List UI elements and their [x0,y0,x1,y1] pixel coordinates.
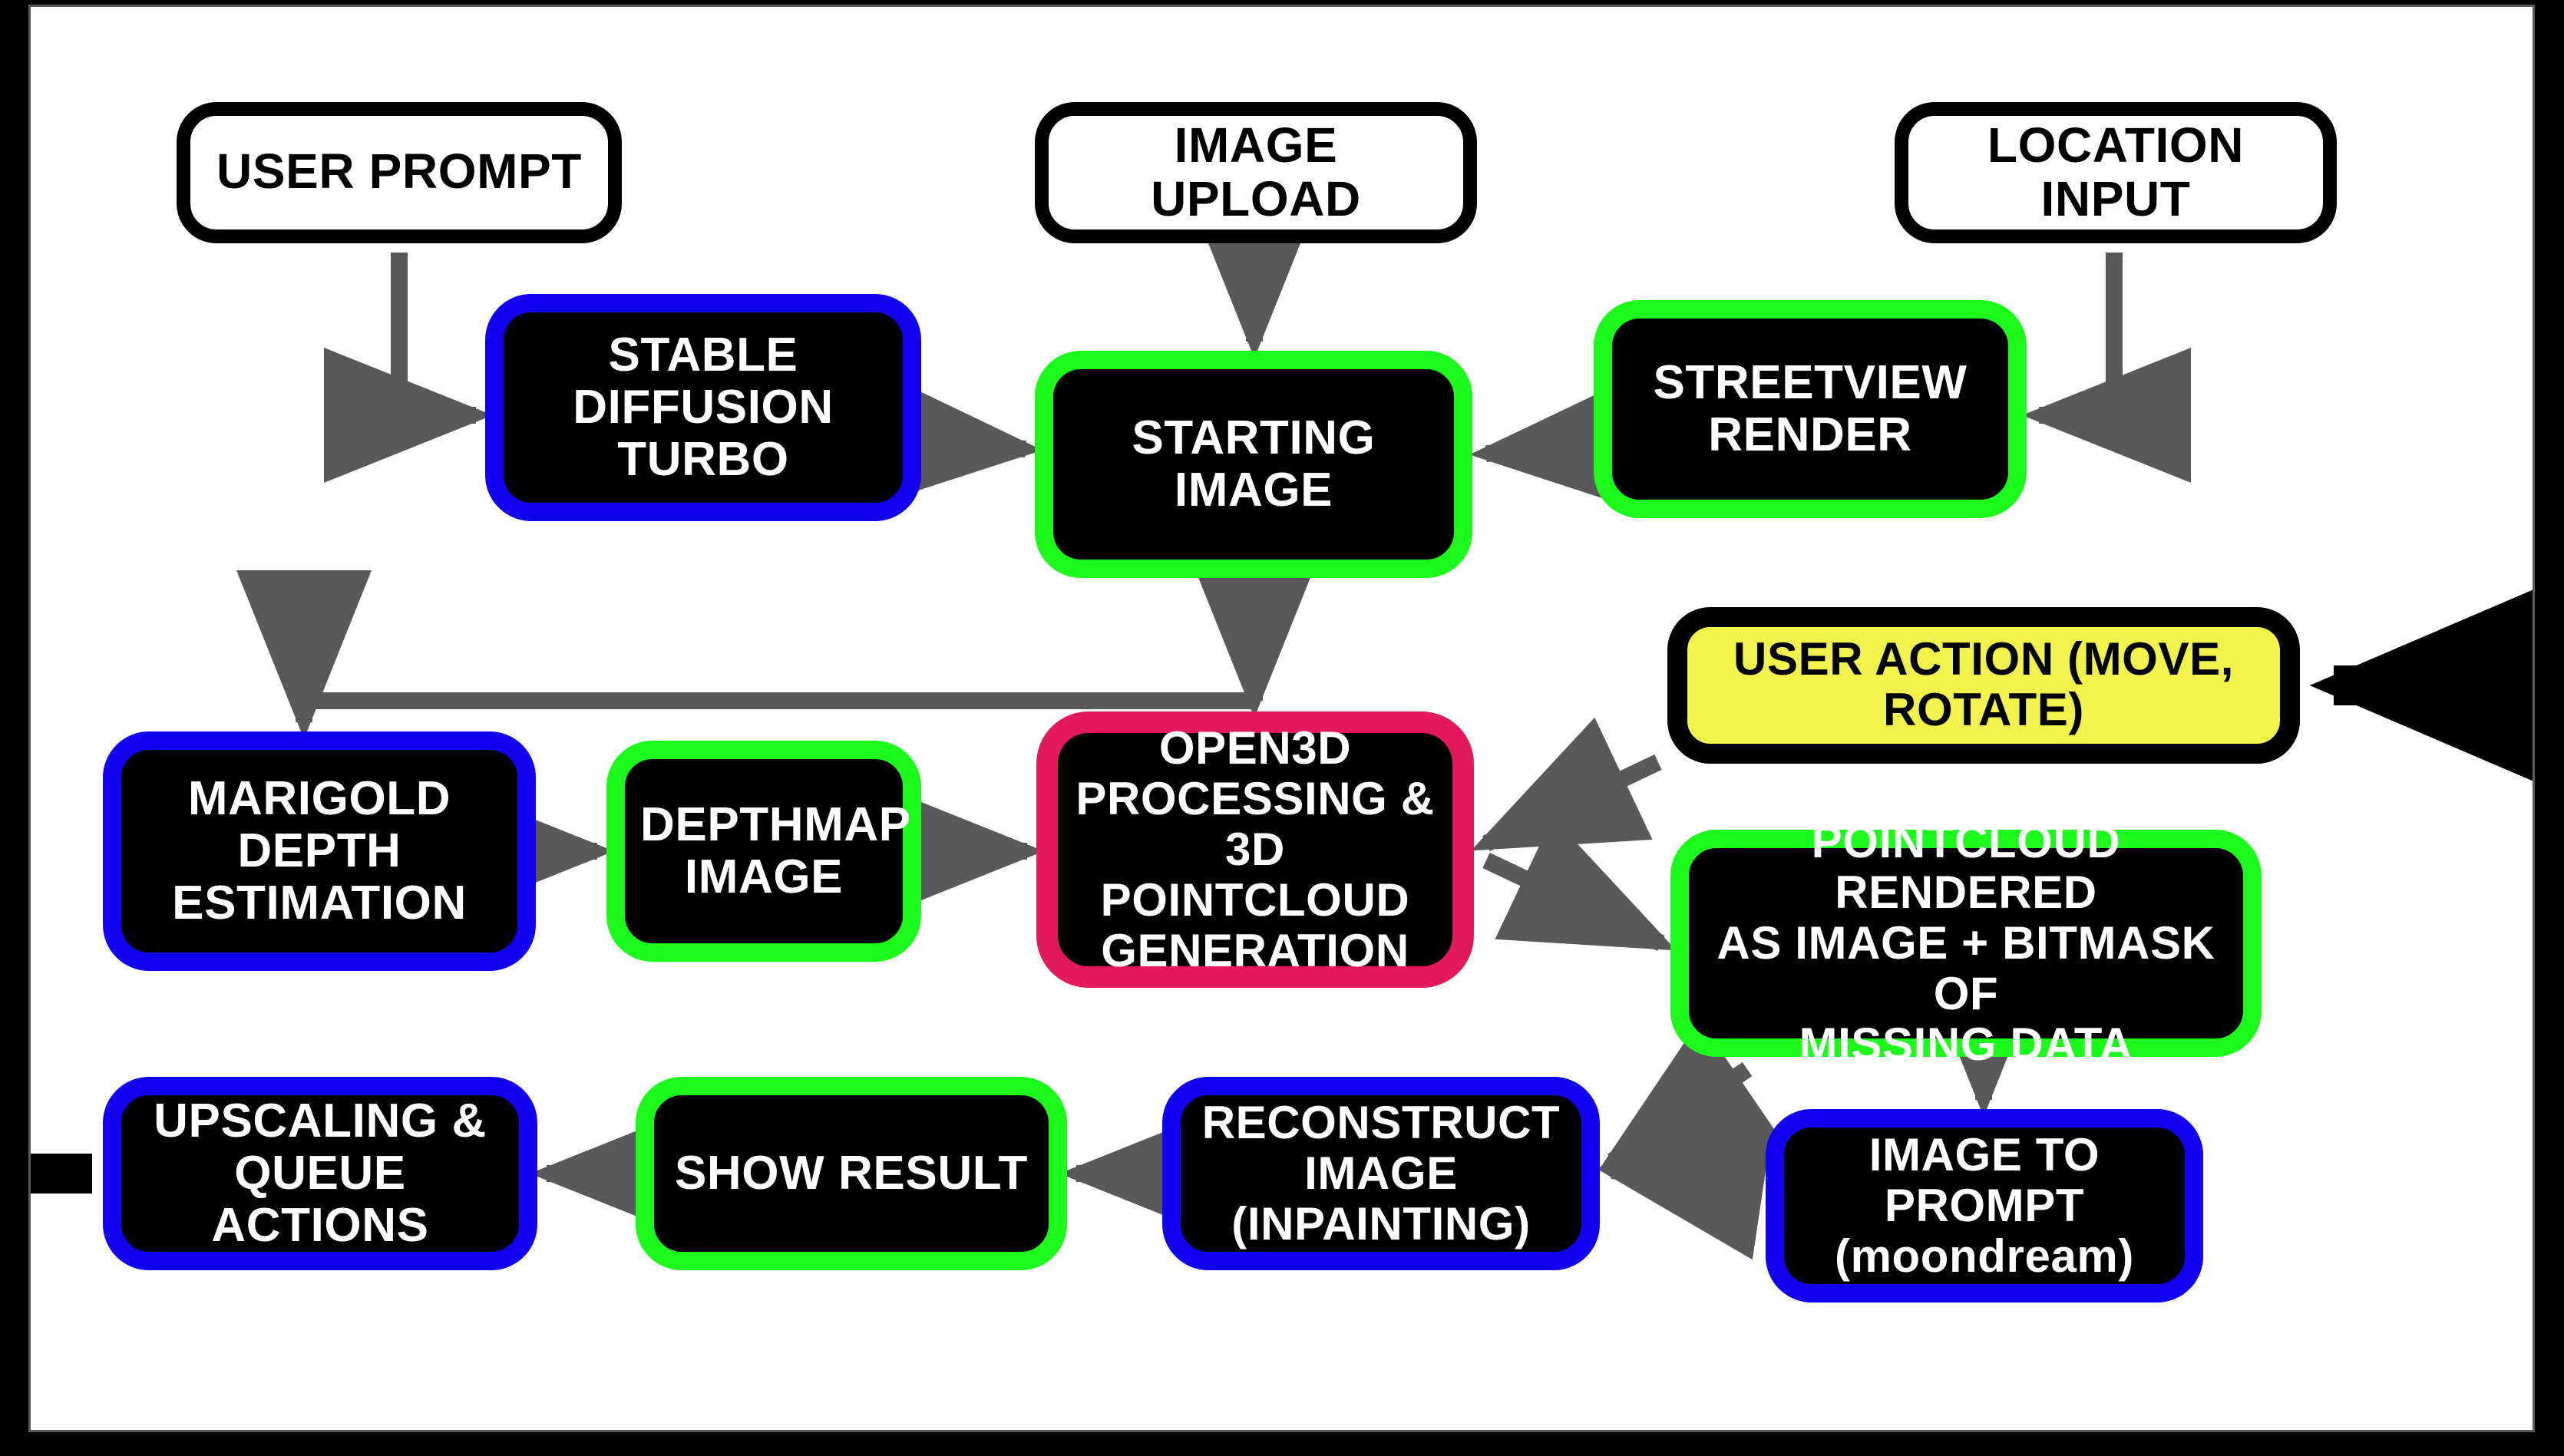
node-image-to-prompt[interactable]: IMAGE TO PROMPT (moondream) [1766,1109,2203,1302]
edge-open3d-to-pointcloud [1482,817,1677,951]
node-user-action[interactable]: USER ACTION (MOVE, ROTATE) [1667,607,2300,764]
node-label: DEPTHMAP IMAGE [640,797,911,903]
node-reconstruct-image[interactable]: RECONSTRUCT IMAGE (INPAINTING) [1162,1077,1600,1270]
node-label: IMAGE UPLOAD [1151,117,1361,226]
node-label: SHOW RESULT [674,1145,1029,1200]
node-show-result[interactable]: SHOW RESULT [636,1077,1067,1270]
node-label: USER PROMPT [216,144,582,200]
node-label: LOCATION INPUT [1987,117,2245,226]
node-label: IMAGE TO PROMPT (moondream) [1835,1130,2134,1282]
node-label: STABLE DIFFUSION TURBO [573,327,834,487]
node-open3d-processing[interactable]: OPEN3D PROCESSING & 3D POINTCLOUD GENERA… [1036,711,1474,988]
edge-pointcloud-to-reconstruct [1598,1019,1776,1171]
edge-user-prompt-to-stable-diffusion [324,253,493,483]
node-label: RECONSTRUCT IMAGE (INPAINTING) [1201,1098,1561,1250]
node-streetview-render[interactable]: STREETVIEW RENDER [1594,300,2027,518]
node-starting-image[interactable]: STARTING IMAGE [1035,351,1472,578]
node-label: USER ACTION (MOVE, ROTATE) [1733,635,2234,736]
edge-stable-diffusion-to-starting [869,371,1042,507]
node-location-input[interactable]: LOCATION INPUT [1895,102,2337,243]
diagram-canvas: USER PROMPT IMAGE UPLOAD LOCATION INPUT … [28,5,2535,1432]
node-image-upload[interactable]: IMAGE UPLOAD [1035,102,1477,243]
node-pointcloud-rendered[interactable]: POINTCLOUD RENDERED AS IMAGE + BITMASK O… [1670,817,2262,1070]
edge-user-action-to-open3d [1471,717,1662,851]
node-upscaling-queue-actions[interactable]: UPSCALING & QUEUE ACTIONS [103,1077,537,1270]
node-label: OPEN3D PROCESSING & 3D POINTCLOUD GENERA… [1075,723,1435,976]
node-depthmap-image[interactable]: DEPTHMAP IMAGE [606,741,921,962]
screenshot-root: USER PROMPT IMAGE UPLOAD LOCATION INPUT … [0,0,2564,1456]
edge-streetview-to-starting [1469,376,1643,512]
node-label: STARTING IMAGE [1132,410,1376,517]
node-user-prompt[interactable]: USER PROMPT [177,102,622,243]
edge-location-input-to-streetview [2022,253,2191,483]
node-label: UPSCALING & QUEUE ACTIONS [154,1093,487,1253]
node-label: POINTCLOUD RENDERED AS IMAGE + BITMASK O… [1716,817,2215,1070]
node-marigold-depth-estimation[interactable]: MARIGOLD DEPTH ESTIMATION [103,731,536,971]
node-label: MARIGOLD DEPTH ESTIMATION [172,771,467,930]
edge-image-to-prompt-to-reconstruct [1595,1126,1773,1260]
node-label: STREETVIEW RENDER [1653,355,1968,461]
node-stable-diffusion-turbo[interactable]: STABLE DIFFUSION TURBO [485,294,921,521]
